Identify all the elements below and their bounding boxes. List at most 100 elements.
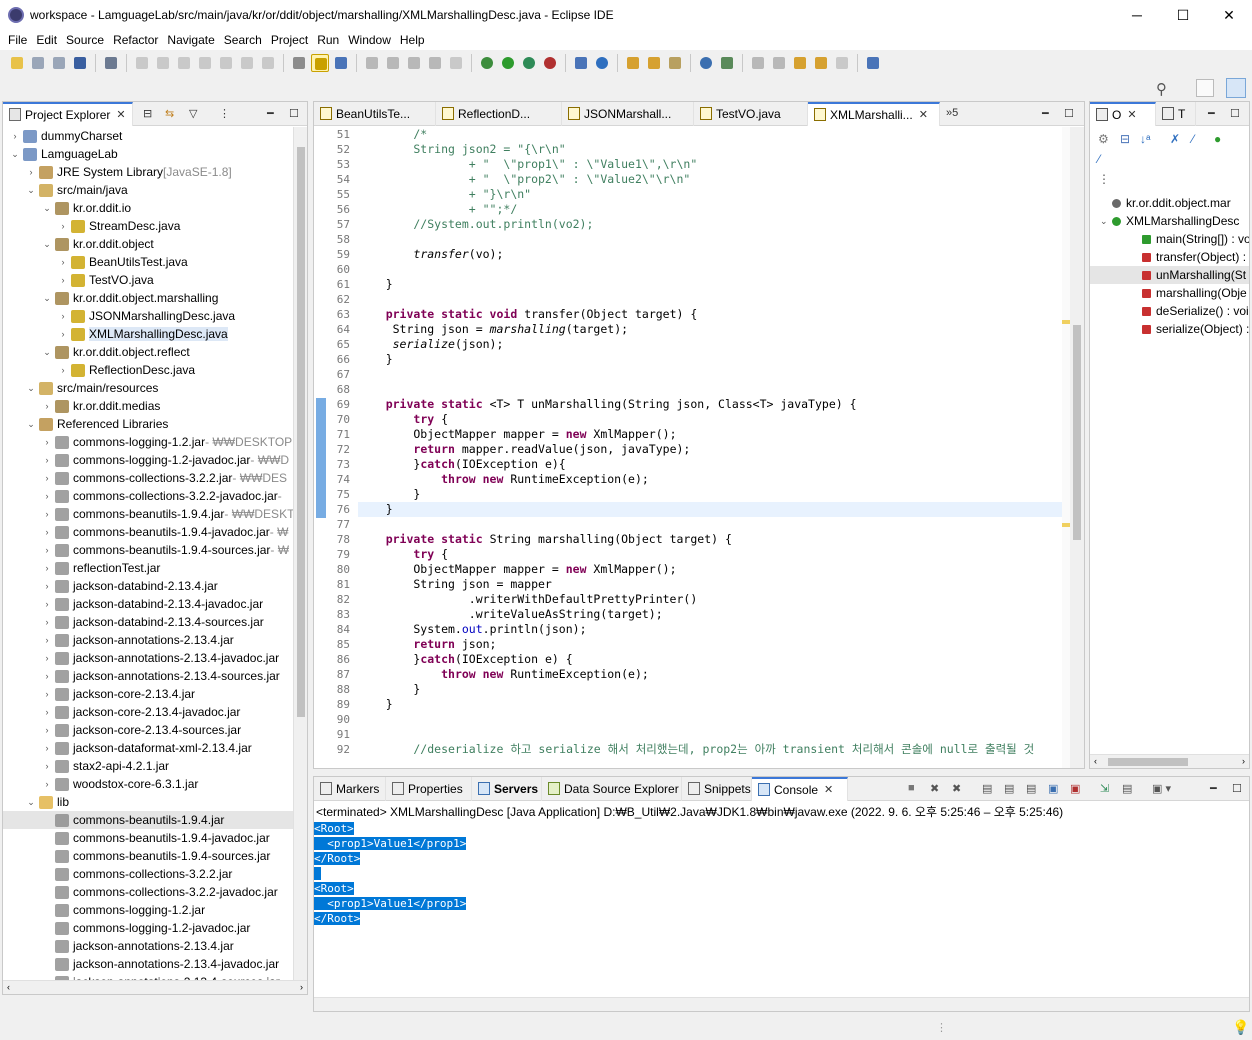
new-java-project-icon[interactable] — [572, 54, 590, 72]
tab-type-hierarchy[interactable]: T — [1156, 101, 1196, 126]
terminate-icon[interactable]: ■ — [908, 782, 915, 794]
tab-data-source-explorer[interactable]: Data Source Explorer — [542, 776, 682, 801]
tree-item[interactable]: commons-beanutils-1.9.4-javadoc.jar — [3, 829, 293, 847]
minimize-view-icon[interactable]: ━ — [1210, 782, 1217, 795]
collapsed-arrow-icon[interactable]: › — [57, 311, 69, 321]
external-tools-icon[interactable] — [541, 54, 559, 72]
new-icon[interactable] — [8, 54, 26, 72]
view-menu-icon[interactable]: ⋮ — [219, 107, 230, 120]
search-tool-icon[interactable] — [666, 54, 684, 72]
tree-item[interactable]: jackson-annotations-2.13.4.jar — [3, 937, 293, 955]
collapsed-arrow-icon[interactable]: › — [41, 527, 53, 537]
tab-overflow-button[interactable]: »5 — [946, 107, 958, 119]
collapsed-arrow-icon[interactable]: › — [41, 617, 53, 627]
collapsed-arrow-icon[interactable]: › — [41, 725, 53, 735]
search-icon[interactable]: ⚲ — [1156, 80, 1167, 98]
skip-breakpoints-icon[interactable] — [102, 54, 120, 72]
expanded-arrow-icon[interactable]: ⌄ — [9, 149, 21, 160]
collapsed-arrow-icon[interactable]: › — [41, 401, 53, 411]
tree-item[interactable]: ⌄ kr.or.ddit.object.reflect — [3, 343, 293, 361]
expanded-arrow-icon[interactable]: ⌄ — [41, 203, 53, 214]
outline-item[interactable]: serialize(Object) : — [1090, 320, 1249, 338]
outline-item[interactable]: kr.or.ddit.object.mar — [1090, 194, 1249, 212]
tab-outline[interactable]: O ✕ — [1090, 101, 1156, 126]
maximize-view-icon[interactable]: ☐ — [289, 107, 299, 120]
remove-all-icon[interactable]: ✖ — [952, 782, 961, 795]
pin-editor-icon[interactable] — [864, 54, 882, 72]
menu-edit[interactable]: Edit — [32, 33, 61, 47]
save-icon[interactable] — [29, 54, 47, 72]
outline-item[interactable]: transfer(Object) : — [1090, 248, 1249, 266]
maximize-button[interactable]: ☐ — [1160, 0, 1206, 30]
tree-item[interactable]: › commons-beanutils-1.9.4.jar - ₩₩DESKT — [3, 505, 294, 523]
menu-source[interactable]: Source — [62, 33, 108, 47]
tree-item[interactable]: jackson-annotations-2.13.4-sources.jar — [3, 973, 293, 980]
tree-item[interactable]: › jackson-annotations-2.13.4.jar — [3, 631, 293, 649]
brush-icon[interactable] — [384, 54, 402, 72]
tree-item[interactable]: › reflectionTest.jar — [3, 559, 293, 577]
outline-item[interactable]: main(String[]) : vo — [1090, 230, 1249, 248]
annotation-icon[interactable] — [363, 54, 381, 72]
tools-icon[interactable] — [405, 54, 423, 72]
tree-item[interactable]: › StreamDesc.java — [3, 217, 293, 235]
expanded-arrow-icon[interactable]: ⌄ — [1100, 216, 1110, 227]
collapsed-arrow-icon[interactable]: › — [41, 473, 53, 483]
sort-icon[interactable]: ↓ᵃ — [1140, 132, 1150, 146]
expanded-arrow-icon[interactable]: ⌄ — [41, 239, 53, 250]
pin-icon[interactable] — [718, 54, 736, 72]
tree-item[interactable]: › commons-beanutils-1.9.4-javadoc.jar - ₩ — [3, 523, 293, 541]
collapsed-arrow-icon[interactable]: › — [41, 545, 53, 555]
block-selection-icon[interactable] — [332, 54, 350, 72]
forward-icon[interactable] — [833, 54, 851, 72]
hide-static-icon[interactable]: ⁄ — [1192, 132, 1194, 146]
tab-project-explorer[interactable]: Project Explorer ✕ — [3, 101, 133, 126]
sync-icon[interactable]: ⚙ — [1098, 132, 1109, 146]
collapsed-arrow-icon[interactable]: › — [41, 779, 53, 789]
tab-servers[interactable]: Servers — [472, 776, 542, 801]
tab-snippets[interactable]: Snippets — [682, 776, 752, 801]
tree-item[interactable]: ⌄ kr.or.ddit.object.marshalling — [3, 289, 293, 307]
remove-launch-icon[interactable]: ✖ — [930, 782, 939, 795]
collapsed-arrow-icon[interactable]: › — [57, 275, 69, 285]
tree-item[interactable]: commons-beanutils-1.9.4-sources.jar — [3, 847, 293, 865]
disconnect-icon[interactable] — [196, 54, 214, 72]
tree-item[interactable]: commons-collections-3.2.2.jar — [3, 865, 293, 883]
clear-console-icon[interactable]: ▤ — [982, 782, 992, 795]
minimize-view-icon[interactable]: ━ — [1208, 107, 1215, 120]
collapse-icon[interactable]: ⊟ — [1120, 132, 1130, 146]
expanded-arrow-icon[interactable]: ⌄ — [25, 797, 37, 808]
open-type-icon[interactable] — [624, 54, 642, 72]
menu-navigate[interactable]: Navigate — [163, 33, 218, 47]
tab-beanutilstest[interactable]: BeanUtilsTe... — [314, 101, 436, 126]
resume-icon[interactable] — [133, 54, 151, 72]
tree-item[interactable]: › jackson-core-2.13.4-sources.jar — [3, 721, 293, 739]
tree-item[interactable]: ⌄ Referenced Libraries — [3, 415, 293, 433]
collapsed-arrow-icon[interactable]: › — [41, 671, 53, 681]
step-over-icon[interactable] — [238, 54, 256, 72]
maximize-view-icon[interactable]: ☐ — [1064, 107, 1074, 120]
show-on-stderr-icon[interactable]: ▣ — [1070, 782, 1080, 795]
tree-item[interactable]: › jackson-core-2.13.4-javadoc.jar — [3, 703, 293, 721]
menu-help[interactable]: Help — [396, 33, 429, 47]
tab-markers[interactable]: Markers — [314, 776, 386, 801]
tree-item[interactable]: jackson-annotations-2.13.4-javadoc.jar — [3, 955, 293, 973]
console-hscrollbar[interactable] — [314, 997, 1249, 1011]
collapsed-arrow-icon[interactable]: › — [57, 257, 69, 267]
scroll-lock-icon[interactable]: ▤ — [1004, 782, 1014, 795]
tree-item[interactable]: › jackson-annotations-2.13.4-javadoc.jar — [3, 649, 293, 667]
next-annotation-icon[interactable] — [749, 54, 767, 72]
tab-testvo[interactable]: TestVO.java — [694, 101, 808, 126]
tree-item[interactable]: › JSONMarshallingDesc.java — [3, 307, 293, 325]
open-console-icon[interactable]: ▣ ▾ — [1152, 782, 1171, 795]
tab-jsonmarshalling[interactable]: JSONMarshall... — [562, 101, 694, 126]
tree-item[interactable]: › BeanUtilsTest.java — [3, 253, 293, 271]
collapsed-arrow-icon[interactable]: › — [9, 131, 21, 141]
hide-local-types-icon[interactable]: ⁄ — [1098, 152, 1100, 166]
menu-project[interactable]: Project — [267, 33, 312, 47]
tree-item[interactable]: commons-logging-1.2-javadoc.jar — [3, 919, 293, 937]
outline-hscrollbar[interactable]: ‹ › — [1090, 754, 1249, 768]
globe-icon[interactable] — [697, 54, 715, 72]
close-icon[interactable]: ✕ — [1127, 108, 1136, 121]
expanded-arrow-icon[interactable]: ⌄ — [41, 293, 53, 304]
tree-item[interactable]: › jackson-databind-2.13.4.jar — [3, 577, 293, 595]
